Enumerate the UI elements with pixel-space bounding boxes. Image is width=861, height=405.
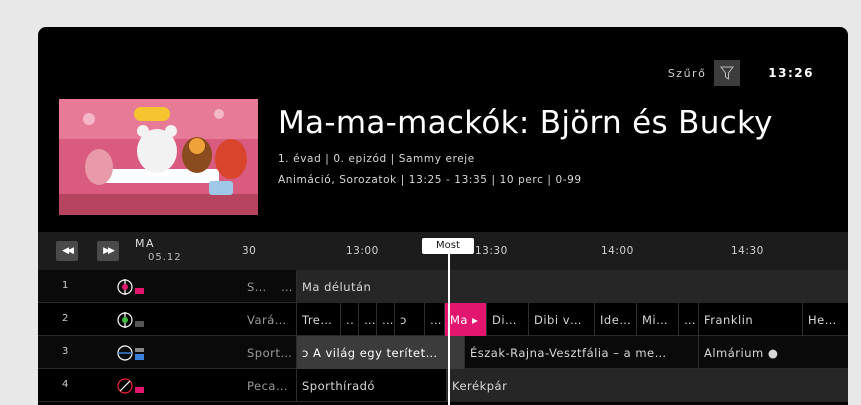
program-cell[interactable]: Sporthíradó	[296, 369, 446, 402]
program-cell[interactable]: Vará…	[242, 303, 296, 336]
program-cell[interactable]: Di…	[486, 303, 528, 336]
funnel-icon	[720, 66, 735, 80]
fast-forward-icon: ▶▶	[103, 246, 115, 256]
program-cell[interactable]: S…	[242, 270, 276, 303]
timeline-bar: ◀◀ ▶▶ MA 05.12 30 13:00 13:30 14:00 14:3…	[38, 232, 848, 270]
program-cell[interactable]: Dibi v…	[528, 303, 594, 336]
program-cell[interactable]: Peca…	[242, 369, 296, 402]
top-bar: Szűrő 13:26	[667, 60, 814, 86]
time-tick: 14:00	[601, 245, 634, 257]
timeline-date: 05.12	[148, 252, 182, 263]
time-tick: 13:30	[475, 245, 508, 257]
fast-forward-button[interactable]: ▶▶	[97, 241, 119, 261]
tv-guide-screen: Szűrő 13:26 Ma-ma-mackók: Björn és Bucky…	[38, 27, 848, 405]
program-cell[interactable]: Sport…	[242, 336, 296, 369]
program-cell[interactable]: Észak-Rajna-Vesztfália – a me…	[464, 336, 698, 369]
channel-number: 1	[62, 280, 69, 291]
channel-logo-m2	[117, 312, 144, 328]
channel-row: 1 S… … Ma délután	[38, 270, 848, 303]
now-marker-line	[448, 254, 450, 405]
program-cell[interactable]: Almárium ●	[698, 336, 848, 369]
program-cell[interactable]: Franklin	[698, 303, 802, 336]
channel-logo-m4	[117, 378, 144, 394]
channel-logo-duna	[117, 345, 144, 361]
channel-row: 3 Sport… ↄ A világ egy terítet… Észak-Ra…	[38, 336, 848, 369]
channel-logo-m1	[117, 279, 144, 295]
program-episode-info: 1. évad | 0. epizód | Sammy ereje	[278, 153, 475, 165]
time-tick: 13:00	[346, 245, 379, 257]
program-genre-time-info: Animáció, Sorozatok | 13:25 - 13:35 | 10…	[278, 174, 582, 186]
program-title: Ma-ma-mackók: Björn és Bucky	[278, 105, 773, 141]
selected-program-cell[interactable]: Ma ▸	[444, 303, 486, 336]
program-cell[interactable]: ↄ	[394, 303, 424, 336]
channel-number: 2	[62, 313, 69, 324]
timeline-day: MA	[135, 237, 156, 250]
program-cell[interactable]: …	[358, 303, 376, 336]
epg-grid: 1 S… … Ma délután 2 Vará… Tre… .. … … ↄ …	[38, 270, 848, 402]
program-cell[interactable]: Kerékpár	[446, 369, 848, 402]
program-cell[interactable]: …	[424, 303, 444, 336]
time-tick: 14:30	[731, 245, 764, 257]
program-cell[interactable]: …	[376, 303, 394, 336]
program-cell[interactable]: …	[276, 270, 296, 303]
program-cell[interactable]: …	[678, 303, 698, 336]
filter-button[interactable]	[714, 60, 741, 86]
channel-row: 2 Vará… Tre… .. … … ↄ … Ma ▸ Di… Dibi v……	[38, 303, 848, 336]
program-cell[interactable]: Ma délután	[296, 270, 848, 303]
program-cell[interactable]: ..	[340, 303, 358, 336]
channel-number: 3	[62, 346, 69, 357]
now-marker-label: Most	[422, 238, 474, 254]
rewind-button[interactable]: ◀◀	[56, 241, 78, 261]
program-cell[interactable]: Mi…	[636, 303, 678, 336]
channel-number: 4	[62, 379, 69, 390]
channel-row: 4 Peca… Sporthíradó Kerékpár	[38, 369, 848, 402]
rewind-icon: ◀◀	[62, 246, 74, 256]
filter-label: Szűrő	[667, 66, 707, 80]
program-thumbnail	[59, 99, 258, 215]
program-cell[interactable]: ↄ A világ egy terítet…	[296, 336, 464, 369]
clock: 13:26	[768, 66, 814, 80]
program-cell[interactable]: Tre…	[296, 303, 340, 336]
program-cell[interactable]: He…	[802, 303, 848, 336]
program-cell[interactable]: Ide…	[594, 303, 636, 336]
time-tick: 30	[242, 245, 257, 257]
